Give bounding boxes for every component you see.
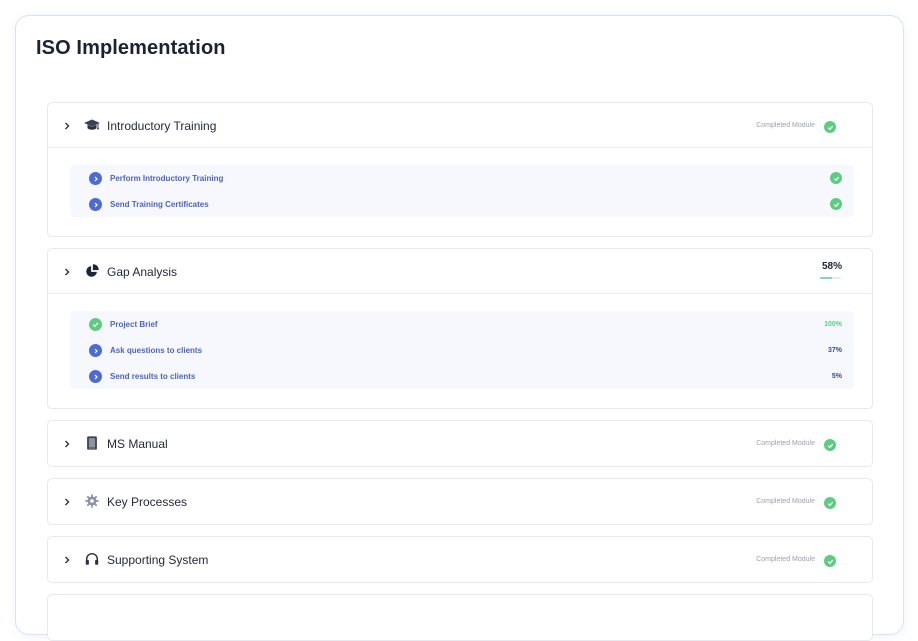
graduation-cap-icon [83, 116, 101, 134]
task-row[interactable]: Perform Introductory Training [70, 165, 854, 191]
book-icon [83, 434, 101, 452]
module-progress-bar [820, 277, 841, 279]
module-header[interactable]: MS Manual Completed Module [48, 421, 872, 466]
module-progress-percent: 58% [821, 261, 842, 272]
task-label[interactable]: Ask questions to clients [110, 337, 202, 363]
task-row[interactable]: Send Training Certificates [70, 191, 854, 217]
module-key-processes: Key Processes Completed Module [47, 478, 873, 525]
arrow-right-icon[interactable] [89, 344, 102, 357]
chevron-right-icon[interactable] [63, 103, 71, 148]
task-label[interactable]: Send Training Certificates [110, 191, 209, 217]
task-row[interactable]: Send results to clients 5% [70, 363, 854, 389]
chevron-right-icon[interactable] [63, 421, 71, 466]
task-label[interactable]: Send results to clients [110, 363, 195, 389]
pie-chart-icon [83, 262, 101, 280]
check-circle-icon [830, 198, 842, 210]
module-title: MS Manual [107, 436, 168, 451]
module-title: Introductory Training [107, 118, 217, 133]
module-header[interactable]: Introductory Training Completed Module [48, 103, 872, 148]
module-status-label: Completed Module [756, 122, 815, 129]
task-list: Project Brief 100% Ask questions to clie… [70, 311, 854, 389]
task-row[interactable]: Ask questions to clients 37% [70, 337, 854, 363]
task-percent: 5% [831, 372, 842, 380]
task-row[interactable]: Project Brief 100% [70, 311, 854, 337]
headset-icon [83, 550, 101, 568]
module-introductory-training: Introductory Training Completed Module P… [47, 102, 873, 237]
module-header[interactable]: Key Processes Completed Module [48, 479, 872, 524]
module-title: Key Processes [107, 494, 188, 509]
module-title: Supporting System [107, 552, 209, 567]
chevron-right-icon[interactable] [63, 479, 71, 524]
task-percent: 37% [827, 346, 842, 354]
module-next [47, 594, 873, 641]
chevron-right-icon[interactable] [63, 537, 71, 582]
check-circle-icon [824, 497, 836, 509]
check-circle-icon [824, 439, 836, 451]
module-title: Gap Analysis [107, 264, 178, 279]
module-header[interactable]: Gap Analysis 58% [48, 249, 872, 294]
task-status [830, 191, 842, 217]
task-percent: 100% [824, 320, 842, 328]
task-label[interactable]: Perform Introductory Training [110, 165, 223, 191]
chevron-right-icon[interactable] [63, 249, 71, 294]
page-title: ISO Implementation [36, 37, 226, 59]
module-status-label: Completed Module [756, 498, 815, 505]
module-ms-manual: MS Manual Completed Module [47, 420, 873, 467]
arrow-right-icon[interactable] [89, 198, 102, 211]
check-circle-icon [824, 121, 836, 133]
task-list: Perform Introductory Training Send Train… [70, 165, 854, 217]
check-circle-icon [89, 318, 102, 331]
module-status-label: Completed Module [756, 556, 815, 563]
check-circle-icon [830, 172, 842, 184]
iso-implementation-card: ISO Implementation Introductory Training… [15, 15, 904, 641]
arrow-right-icon[interactable] [89, 172, 102, 185]
module-status-label: Completed Module [756, 440, 815, 447]
module-progress-fill [820, 277, 833, 279]
arrow-right-icon[interactable] [89, 370, 102, 383]
task-label[interactable]: Project Brief [110, 311, 158, 337]
module-supporting-system: Supporting System Completed Module [47, 536, 873, 583]
module-gap-analysis: Gap Analysis 58% Project Brief 100% Ask … [47, 248, 873, 409]
module-header[interactable]: Supporting System Completed Module [48, 537, 872, 582]
gear-icon [83, 492, 101, 510]
task-status [830, 165, 842, 191]
check-circle-icon [824, 555, 836, 567]
